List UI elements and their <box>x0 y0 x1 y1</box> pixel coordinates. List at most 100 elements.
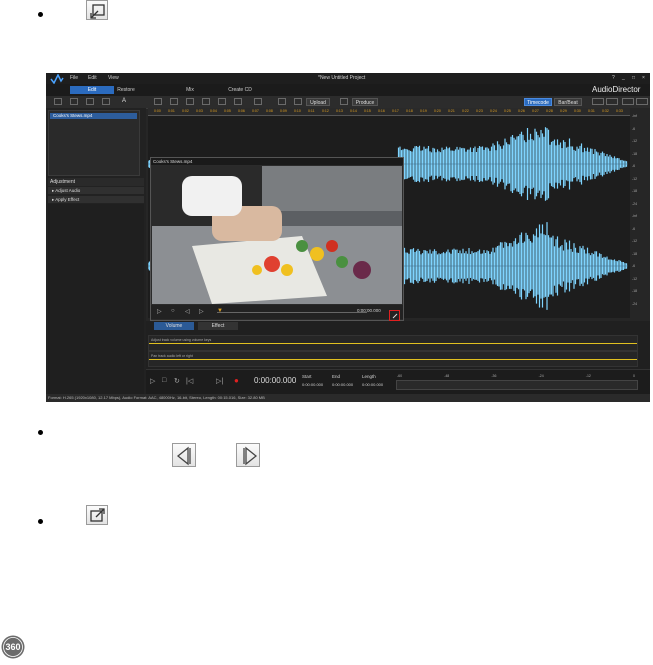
undo-icon[interactable] <box>278 98 286 105</box>
previous-frame-icon <box>172 443 196 467</box>
record-icon[interactable] <box>86 98 94 105</box>
detach-button-highlight[interactable] <box>389 310 400 321</box>
ruler-tick-label: 0:15 <box>364 109 371 113</box>
scale-tick-label: -inf <box>632 114 637 118</box>
scale-tick-label: -6 <box>632 226 636 231</box>
ruler-tick-label: 0:18 <box>406 109 413 113</box>
scale-tick-label: -12 <box>632 139 638 143</box>
spectrum-icon[interactable] <box>622 98 634 105</box>
font-size-icon[interactable]: A <box>122 98 126 104</box>
menu-view[interactable]: View <box>108 75 119 81</box>
delete-icon[interactable] <box>218 98 226 105</box>
record-transport-icon[interactable]: ● <box>234 376 239 385</box>
cloud-icon[interactable] <box>102 98 110 105</box>
meter-tick-label: -48 <box>444 374 450 378</box>
preview-controls: ▷ ○ ◁ ▷ ▼ 0:00:00.000 <box>151 305 403 319</box>
play-icon[interactable]: ▷ <box>157 308 162 315</box>
ruler-tick-label: 0:03 <box>196 109 203 113</box>
pan-envelope-track[interactable]: Pan track audio left or right <box>148 351 638 367</box>
start-label: Start <box>302 374 312 379</box>
next-frame-button-icon[interactable]: ▷ <box>199 308 204 315</box>
end-label: End <box>332 374 341 379</box>
preview-title: Cooks's Stews.mp4 <box>151 158 403 165</box>
tab-mix[interactable]: Mix <box>168 86 212 94</box>
close-button[interactable]: × <box>642 75 645 81</box>
ruler-tick-label: 0:10 <box>294 109 301 113</box>
ruler-tick-label: 0:16 <box>378 109 385 113</box>
scrubber-marker-icon[interactable]: ▼ <box>217 308 223 314</box>
timeline-ruler[interactable]: 0:00 0:01 0:02 0:03 0:04 0:05 0:06 0:07 0:08 0:09… <box>148 108 638 116</box>
fit-icon[interactable] <box>592 98 604 105</box>
ruler-tick-label: 0:33 <box>616 109 623 113</box>
tab-create-cd[interactable]: Create CD <box>218 86 262 94</box>
scale-tick-label: -18 <box>632 251 638 256</box>
rewind-icon[interactable]: |◁ <box>186 377 193 385</box>
menu-bar: File Edit View *New Untitled Project ? _… <box>46 73 650 84</box>
stop-transport-icon[interactable]: □ <box>162 377 166 384</box>
tab-volume[interactable]: Volume <box>154 322 194 330</box>
preview-time: 0:00:00.000 <box>357 308 381 313</box>
ruler-tick-label: 0:13 <box>336 109 343 113</box>
level-meter: -60 -48 -36 -24 -12 0 <box>396 374 638 390</box>
ruler-tick-label: 0:07 <box>252 109 259 113</box>
zoom-icon[interactable] <box>606 98 618 105</box>
360-badge-icon: 360 <box>0 634 26 660</box>
produce-icon[interactable] <box>340 98 348 105</box>
library-icon[interactable] <box>70 98 78 105</box>
video-preview-window[interactable]: Cooks's Stews.mp4 ▷ ○ ◁ ▷ ▼ 0:00:00.000 <box>150 157 404 321</box>
ruler-tick-label: 0:08 <box>266 109 273 113</box>
length-label: Length <box>362 374 376 379</box>
share-icon[interactable] <box>294 98 302 105</box>
preview-scrubber[interactable] <box>217 312 367 313</box>
ruler-tick-label: 0:04 <box>210 109 217 113</box>
export-icon[interactable] <box>254 98 262 105</box>
cut-icon[interactable] <box>170 98 178 105</box>
adjust-audio-item[interactable]: ▸ Adjust Audio <box>48 187 144 195</box>
video-frame <box>152 166 402 304</box>
restore-preview-window-icon <box>86 0 108 20</box>
left-panel: Cooks's Stews.mp4 Adjustment ▸ Adjust Au… <box>46 108 146 396</box>
loop-icon[interactable]: ↻ <box>174 377 180 385</box>
start-value[interactable]: 0:00:00.000 <box>302 382 323 387</box>
waveform-view-icon[interactable] <box>636 98 648 105</box>
volume-envelope-label: Adjust track volume using volume keys <box>151 338 212 342</box>
adjustment-title: Adjustment <box>48 178 144 186</box>
minimize-button[interactable]: _ <box>622 75 625 81</box>
upload-button[interactable]: Upload <box>306 98 330 106</box>
detach-preview-window-icon <box>86 505 108 525</box>
meter-tick-label: -60 <box>397 374 403 378</box>
menu-edit[interactable]: Edit <box>88 75 97 81</box>
paste-icon[interactable] <box>202 98 210 105</box>
new-project-icon[interactable] <box>154 98 162 105</box>
menu-file[interactable]: File <box>70 75 78 81</box>
ruler-tick-label: 0:20 <box>434 109 441 113</box>
play-transport-icon[interactable]: ▷ <box>150 377 155 385</box>
maximize-button[interactable]: □ <box>632 75 635 81</box>
previous-frame-button-icon[interactable]: ◁ <box>185 308 190 315</box>
volume-envelope-track[interactable]: Adjust track volume using volume keys <box>148 335 638 351</box>
scale-tick-label: -24 <box>632 301 638 306</box>
transport-bar: ▷ □ ↻ |◁ ▷| ● 0:00:00.000 Start End Leng… <box>146 369 650 396</box>
ruler-tick-label: 0:12 <box>322 109 329 113</box>
pan-envelope-label: Pan track audio left or right <box>151 354 193 358</box>
tab-restore[interactable]: Restore <box>104 86 148 94</box>
trim-icon[interactable] <box>234 98 242 105</box>
bar-beat-toggle[interactable]: Bar/Beat <box>554 98 582 106</box>
apply-effect-item[interactable]: ▸ Apply Effect <box>48 196 144 204</box>
media-item[interactable]: Cooks's Stews.mp4 <box>50 113 137 119</box>
produce-button[interactable]: Produce <box>352 98 378 106</box>
ruler-tick-label: 0:32 <box>602 109 609 113</box>
ruler-tick-label: 0:11 <box>308 109 315 113</box>
import-icon[interactable] <box>54 98 62 105</box>
copy-icon[interactable] <box>186 98 194 105</box>
length-value[interactable]: 0:00:00.000 <box>362 382 383 387</box>
forward-icon[interactable]: ▷| <box>216 377 223 385</box>
360-badge-text: 360 <box>5 642 21 652</box>
stop-icon[interactable]: ○ <box>171 308 175 314</box>
tab-effect[interactable]: Effect <box>198 322 238 330</box>
end-value[interactable]: 0:00:00.000 <box>332 382 353 387</box>
window-title: *New Untitled Project <box>318 75 366 81</box>
timecode-toggle[interactable]: Timecode <box>524 98 552 106</box>
help-button[interactable]: ? <box>612 75 615 81</box>
ruler-tick-label: 0:02 <box>182 109 189 113</box>
